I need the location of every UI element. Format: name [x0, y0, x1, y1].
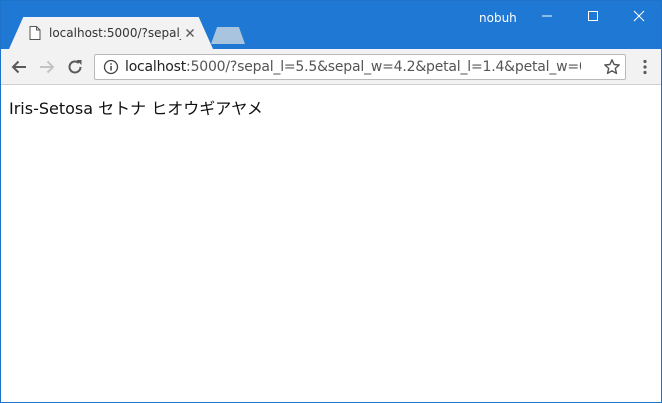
minimize-button[interactable] — [524, 1, 570, 31]
browser-toolbar: localhost:5000/?sepal_l=5.5&sepal_w=4.2&… — [1, 49, 661, 85]
address-bar[interactable]: localhost:5000/?sepal_l=5.5&sepal_w=4.2&… — [94, 54, 626, 80]
new-tab-button[interactable] — [211, 27, 245, 44]
tab-content: localhost:5000/?sepal_l=5 — [9, 17, 213, 49]
browser-window: localhost:5000/?sepal_l=5 nobuh — [0, 0, 662, 403]
maximize-icon — [588, 11, 598, 21]
url-text[interactable]: localhost:5000/?sepal_l=5.5&sepal_w=4.2&… — [125, 59, 581, 75]
profile-name[interactable]: nobuh — [479, 11, 517, 25]
tab-title: localhost:5000/?sepal_l=5 — [49, 26, 181, 40]
forward-button[interactable] — [35, 55, 59, 79]
page-content: Iris-Setosa セトナ ヒオウギアヤメ — [1, 86, 661, 402]
arrow-right-icon — [40, 60, 55, 74]
bookmark-star-icon[interactable] — [603, 58, 621, 76]
reload-icon — [68, 60, 82, 74]
back-button[interactable] — [7, 55, 31, 79]
maximize-button[interactable] — [570, 1, 616, 31]
page-icon — [29, 26, 41, 40]
tab-close-icon[interactable] — [183, 26, 197, 40]
url-path: :5000/?sepal_l=5.5&sepal_w=4.2&petal_l=1… — [186, 59, 581, 75]
close-window-button[interactable] — [616, 1, 661, 31]
arrow-left-icon — [11, 60, 26, 74]
info-icon[interactable] — [103, 59, 119, 75]
url-host: localhost — [125, 59, 187, 75]
minimize-icon — [542, 15, 552, 17]
close-icon — [633, 10, 645, 22]
menu-button[interactable] — [635, 56, 655, 78]
title-bar: localhost:5000/?sepal_l=5 nobuh — [1, 1, 661, 49]
prediction-result: Iris-Setosa セトナ ヒオウギアヤメ — [9, 99, 263, 118]
more-vert-icon — [643, 59, 647, 75]
browser-tab[interactable]: localhost:5000/?sepal_l=5 — [9, 17, 213, 49]
reload-button[interactable] — [63, 55, 87, 79]
